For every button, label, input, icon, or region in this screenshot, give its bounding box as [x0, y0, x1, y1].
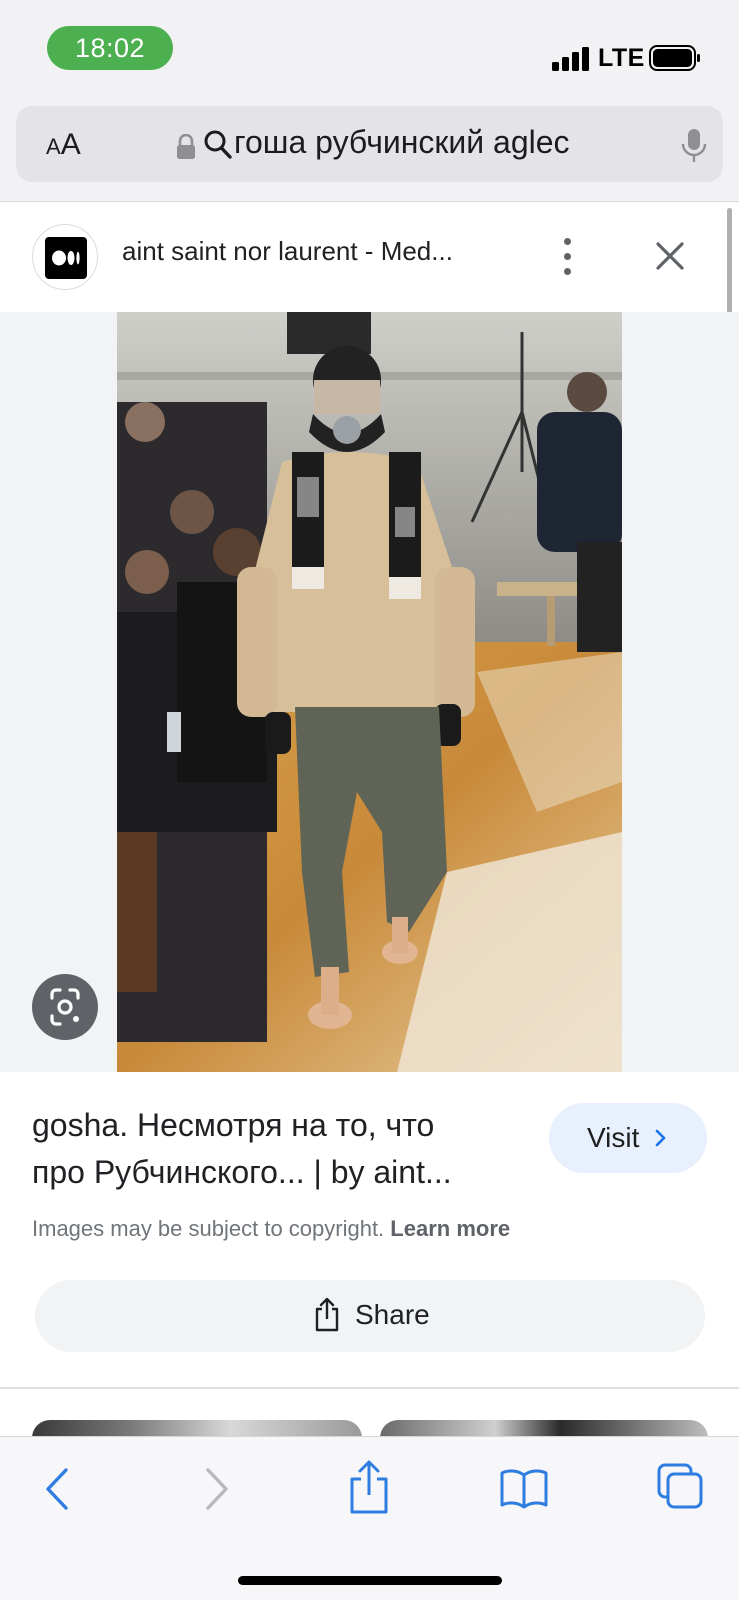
signal-icon — [552, 47, 592, 71]
bottom-toolbar — [0, 1436, 739, 1600]
forward-icon[interactable] — [204, 1467, 230, 1511]
tabs-icon[interactable] — [656, 1462, 704, 1510]
caption-line-2: про Рубчинского... | by aint... — [32, 1154, 452, 1190]
site-title[interactable]: aint saint nor laurent - Med... — [122, 236, 453, 267]
visit-button[interactable]: Visit — [549, 1103, 707, 1173]
text-size-button[interactable]: AA — [46, 128, 81, 162]
result-image[interactable] — [117, 312, 622, 1072]
image-panel-header: aint saint nor laurent - Med... — [0, 202, 739, 312]
lens-icon — [50, 988, 80, 1026]
result-caption[interactable]: gosha. Несмотря на то, что про Рубчинско… — [32, 1102, 532, 1196]
more-vert-icon[interactable] — [550, 232, 586, 282]
caption-line-1: gosha. Несмотря на то, что — [32, 1107, 435, 1143]
learn-more-link[interactable]: Learn more — [390, 1216, 510, 1241]
medium-logo-icon — [32, 224, 98, 290]
share-button[interactable]: Share — [35, 1280, 705, 1352]
microphone-icon[interactable] — [681, 128, 707, 164]
search-query[interactable]: гоша рубчинский aglec — [234, 124, 570, 161]
share-icon[interactable] — [348, 1459, 390, 1515]
home-indicator[interactable] — [238, 1576, 502, 1585]
browser-toolbar: AA гоша рубчинский aglec — [0, 100, 739, 202]
lock-icon — [177, 134, 195, 159]
status-bar: 18:02 LTE — [0, 0, 739, 100]
chevron-right-icon — [655, 1129, 666, 1147]
bookmarks-icon[interactable] — [499, 1467, 549, 1509]
visit-label: Visit — [587, 1122, 640, 1153]
close-icon[interactable] — [650, 236, 690, 276]
battery-icon — [649, 45, 700, 71]
divider — [0, 1387, 739, 1389]
share-label: Share — [355, 1299, 430, 1330]
search-icon — [204, 130, 232, 159]
back-icon[interactable] — [44, 1467, 70, 1511]
address-bar[interactable]: AA гоша рубчинский aglec — [16, 106, 723, 182]
copyright-text: Images may be subject to copyright. — [32, 1216, 385, 1241]
share-icon — [315, 1297, 339, 1332]
status-time: 18:02 — [47, 26, 173, 70]
copyright-notice: Images may be subject to copyright. Lear… — [32, 1216, 510, 1242]
google-lens-button[interactable] — [32, 974, 98, 1040]
network-label: LTE — [598, 44, 645, 72]
image-viewer — [0, 312, 739, 1072]
